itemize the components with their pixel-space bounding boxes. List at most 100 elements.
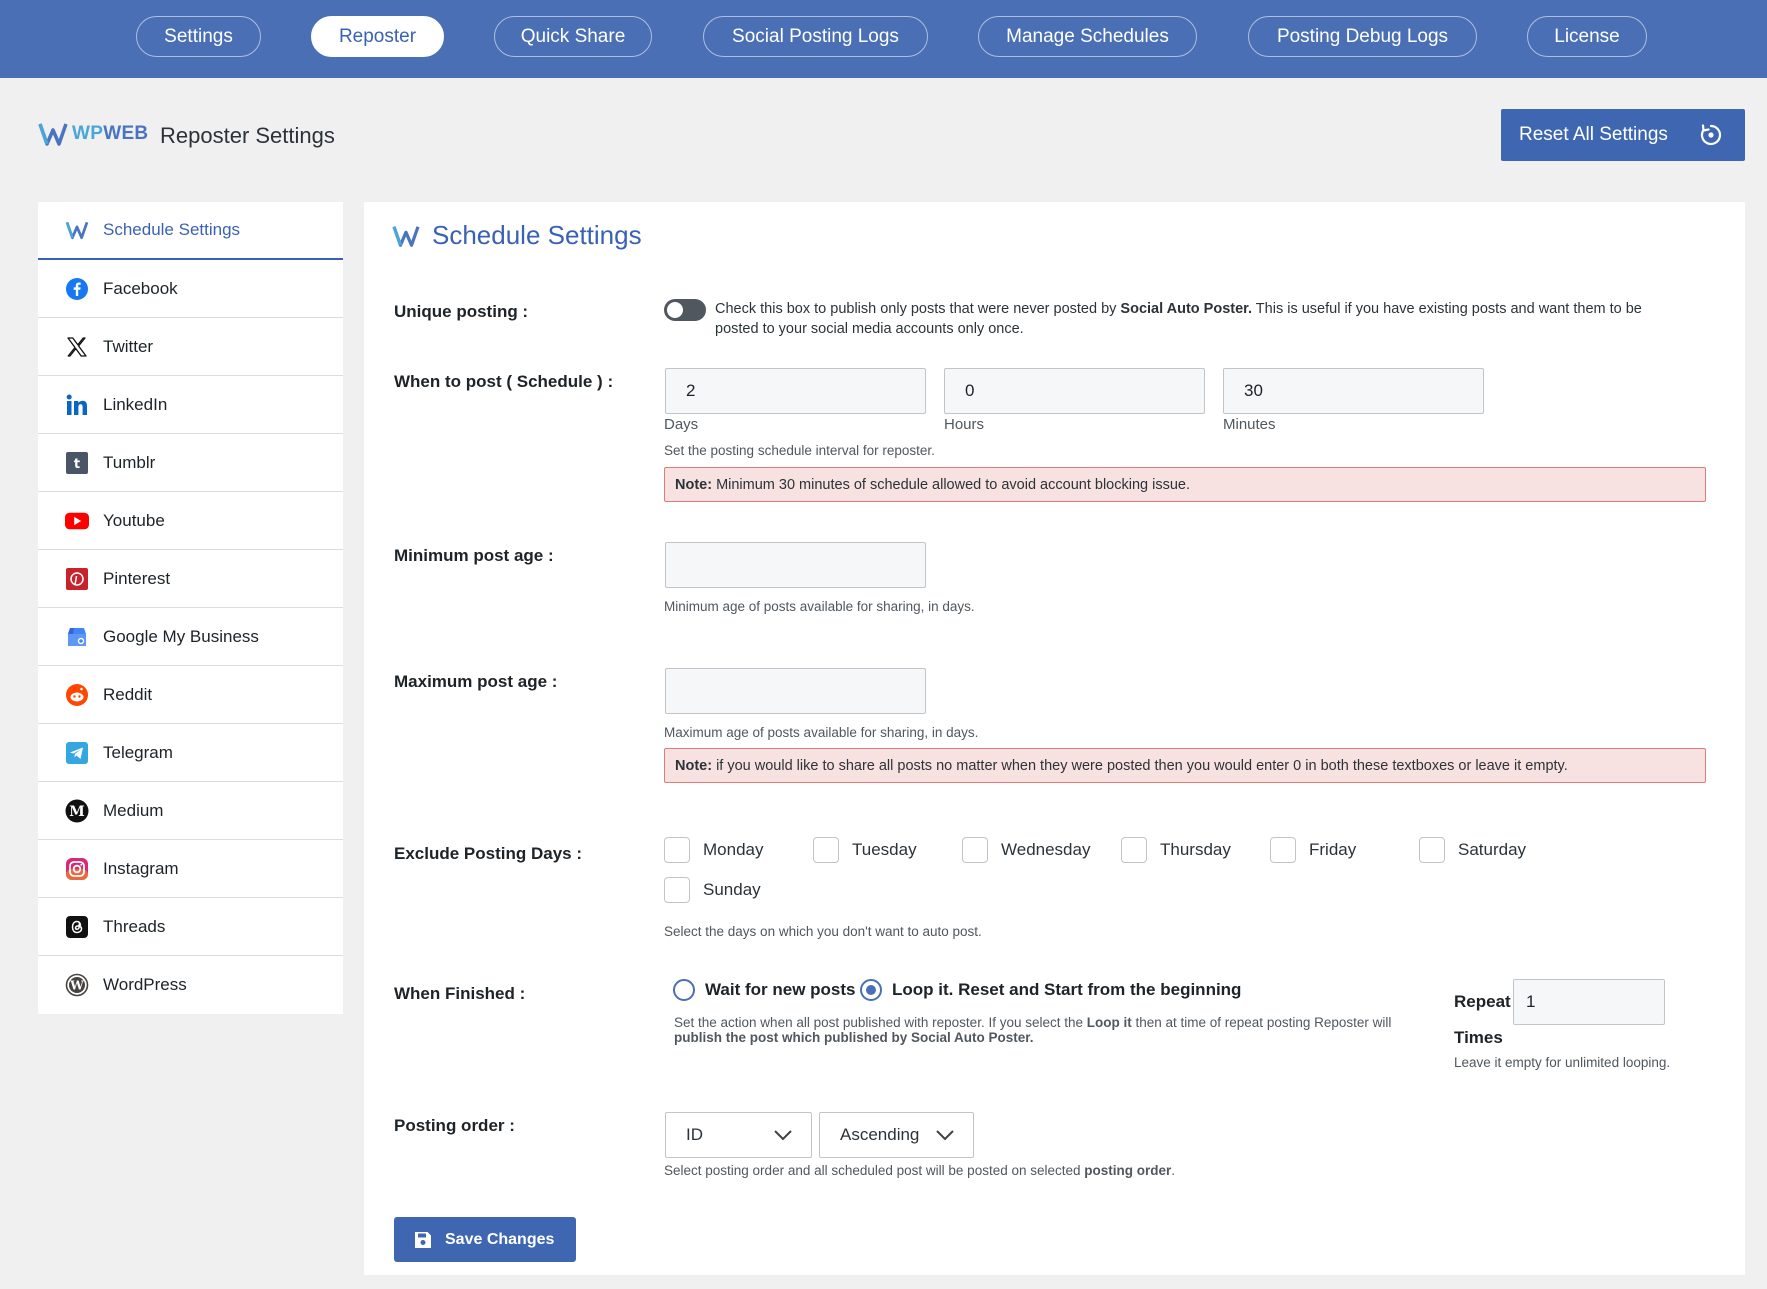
sidebar-item-label: Reddit [103, 684, 153, 704]
schedule-hours-input[interactable] [944, 368, 1205, 414]
checkbox-label-saturday: Saturday [1458, 840, 1527, 859]
checkbox-tuesday[interactable] [813, 837, 839, 863]
tumblr-icon: t [65, 451, 89, 475]
svg-text:M: M [69, 804, 85, 820]
times-label: Times [1454, 1028, 1503, 1047]
svg-text:t: t [74, 457, 80, 472]
schedule-help: Set the posting schedule interval for re… [664, 443, 935, 458]
post-age-note: Note: if you would like to share all post… [664, 748, 1706, 783]
radio-wait-for-new-posts[interactable] [673, 979, 695, 1001]
chevron-down-icon [774, 1130, 792, 1141]
sidebar-item-facebook[interactable]: Facebook [38, 260, 343, 318]
checkbox-friday[interactable] [1270, 837, 1296, 863]
chevron-down-icon [936, 1130, 954, 1141]
repeat-label: Repeat [1454, 992, 1511, 1011]
checkbox-label-thursday: Thursday [1160, 840, 1231, 859]
x-twitter-icon [65, 335, 89, 359]
tab-posting-debug-logs[interactable]: Posting Debug Logs [1248, 16, 1477, 57]
sidebar-item-instagram[interactable]: Instagram [38, 840, 343, 898]
sidebar-item-tumblr[interactable]: t Tumblr [38, 434, 343, 492]
top-nav: Settings Reposter Quick Share Social Pos… [0, 0, 1767, 78]
sidebar-item-google-my-business[interactable]: Google My Business [38, 608, 343, 666]
max-post-age-label: Maximum post age : [394, 672, 558, 691]
instagram-icon [65, 857, 89, 881]
sidebar-item-telegram[interactable]: Telegram [38, 724, 343, 782]
checkbox-monday[interactable] [664, 837, 690, 863]
tab-social-posting-logs[interactable]: Social Posting Logs [703, 16, 928, 57]
sidebar-item-label: Youtube [103, 510, 165, 530]
sidebar-item-label: Twitter [103, 336, 154, 356]
tab-reposter[interactable]: Reposter [311, 16, 444, 57]
max-post-age-input[interactable] [665, 668, 926, 714]
reset-all-settings-button[interactable]: Reset All Settings [1501, 109, 1745, 161]
unique-posting-label: Unique posting : [394, 302, 529, 321]
pinterest-icon [65, 567, 89, 591]
checkbox-wednesday[interactable] [962, 837, 988, 863]
sidebar-item-label: LinkedIn [103, 394, 168, 414]
repeat-help: Leave it empty for unlimited looping. [1454, 1055, 1671, 1070]
schedule-days-input[interactable] [665, 368, 926, 414]
facebook-icon [65, 277, 89, 301]
wpweb-icon [392, 225, 420, 247]
reddit-icon [65, 683, 89, 707]
sidebar: Schedule Settings Facebook Twitter Linke… [38, 202, 343, 1014]
tab-quick-share[interactable]: Quick Share [494, 16, 652, 57]
posting-order-help: Select posting order and all scheduled p… [664, 1163, 1176, 1178]
sidebar-item-schedule-settings[interactable]: Schedule Settings [38, 202, 343, 260]
sidebar-item-label: Telegram [103, 742, 173, 762]
sidebar-item-youtube[interactable]: Youtube [38, 492, 343, 550]
tab-license[interactable]: License [1527, 16, 1647, 57]
sidebar-item-label: Instagram [103, 858, 179, 878]
panel-title-text: Schedule Settings [432, 220, 642, 250]
hours-label: Hours [944, 416, 985, 433]
checkbox-label-sunday: Sunday [703, 880, 761, 899]
sidebar-item-label: Facebook [103, 278, 178, 298]
posting-order-label: Posting order : [394, 1116, 515, 1135]
sidebar-item-medium[interactable]: M Medium [38, 782, 343, 840]
svg-text:W: W [69, 979, 84, 993]
checkbox-thursday[interactable] [1121, 837, 1147, 863]
posting-order-field-select[interactable]: ID [665, 1112, 812, 1158]
radio-label-wait: Wait for new posts [705, 980, 856, 999]
schedule-label: When to post ( Schedule ) : [394, 372, 614, 391]
checkbox-sunday[interactable] [664, 877, 690, 903]
tab-settings[interactable]: Settings [136, 16, 261, 57]
page-title: Reposter Settings [160, 123, 335, 148]
sidebar-item-wordpress[interactable]: W WordPress [38, 956, 343, 1014]
sidebar-item-reddit[interactable]: Reddit [38, 666, 343, 724]
telegram-icon [65, 741, 89, 765]
sidebar-item-threads[interactable]: Threads [38, 898, 343, 956]
panel-title: Schedule Settings [392, 220, 642, 251]
checkbox-label-wednesday: Wednesday [1001, 840, 1091, 859]
schedule-minutes-input[interactable] [1223, 368, 1484, 414]
unique-posting-description: Check this box to publish only posts tha… [715, 301, 1642, 337]
radio-loop-it[interactable] [860, 979, 882, 1001]
repeat-times-input[interactable] [1513, 979, 1665, 1025]
exclude-days-help: Select the days on which you don't want … [664, 924, 982, 939]
schedule-note: Note: Minimum 30 minutes of schedule allo… [664, 467, 1706, 502]
tab-manage-schedules[interactable]: Manage Schedules [978, 16, 1197, 57]
checkbox-label-monday: Monday [703, 840, 764, 859]
min-post-age-help: Minimum age of posts available for shari… [664, 599, 975, 614]
sidebar-item-label: Pinterest [103, 568, 171, 588]
exclude-days-label: Exclude Posting Days : [394, 844, 582, 863]
save-changes-button[interactable]: Save Changes [394, 1217, 576, 1262]
when-finished-label: When Finished : [394, 984, 526, 1003]
sidebar-item-pinterest[interactable]: Pinterest [38, 550, 343, 608]
sidebar-item-linkedin[interactable]: LinkedIn [38, 376, 343, 434]
minutes-label: Minutes [1223, 416, 1276, 433]
sidebar-item-label: WordPress [103, 975, 187, 994]
checkbox-saturday[interactable] [1419, 837, 1445, 863]
reset-icon [1700, 124, 1722, 146]
sidebar-item-label: Google My Business [103, 626, 259, 646]
wordpress-icon: W [65, 973, 89, 997]
unique-posting-toggle[interactable] [664, 299, 706, 321]
radio-label-loop: Loop it. Reset and Start from the beginn… [892, 980, 1242, 999]
wpweb-logo: WPWEB [38, 121, 148, 147]
min-post-age-input[interactable] [665, 542, 926, 588]
threads-icon [65, 915, 89, 939]
linkedin-icon [65, 393, 89, 417]
sidebar-item-twitter[interactable]: Twitter [38, 318, 343, 376]
wpweb-logo-icon [38, 123, 68, 146]
posting-order-direction-select[interactable]: Ascending [819, 1112, 974, 1158]
